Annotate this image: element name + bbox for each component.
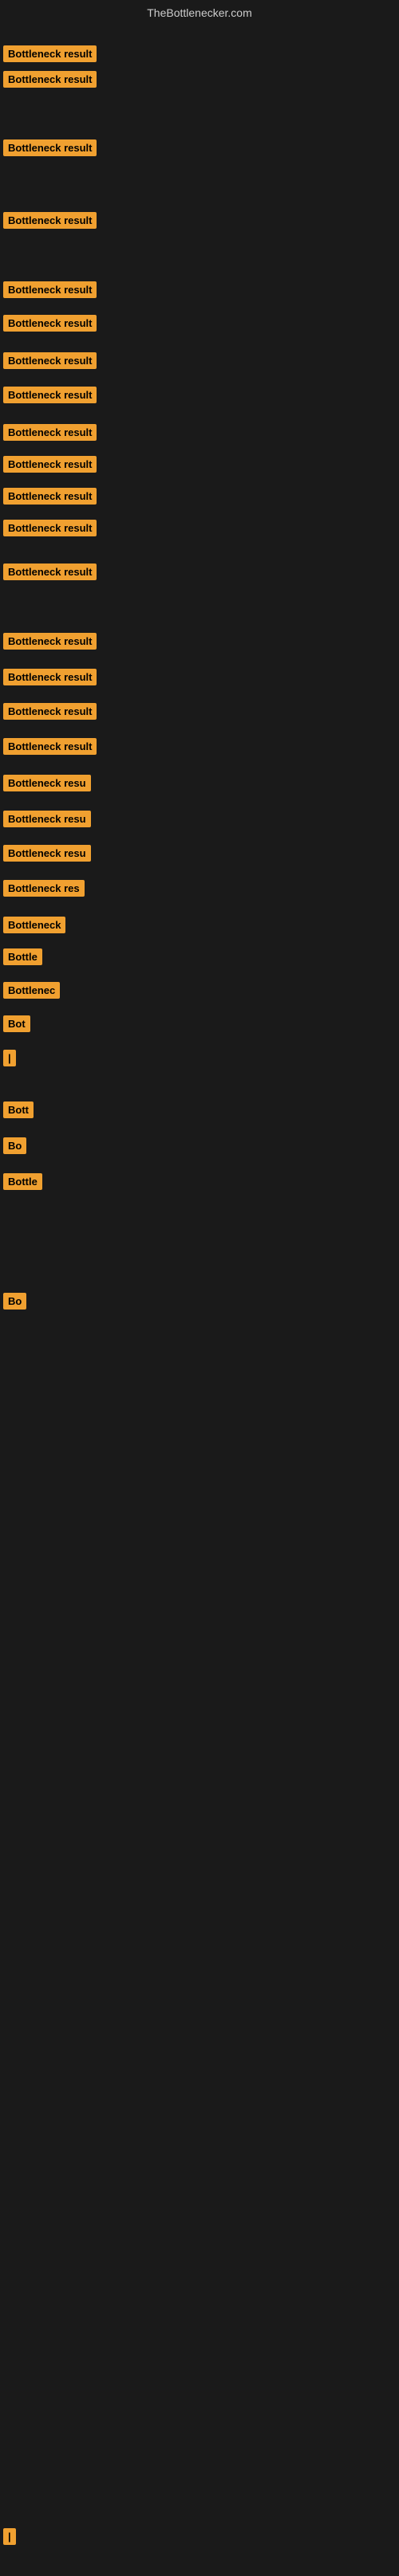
bottleneck-result-badge: Bottleneck result (3, 738, 97, 755)
bottleneck-result-badge: Bottleneck (3, 917, 65, 933)
bottleneck-result-badge: Bottleneck result (3, 424, 97, 441)
bottleneck-result-badge: Bottleneck result (3, 488, 97, 505)
bottleneck-result-badge: Bott (3, 1101, 34, 1118)
bottleneck-result-badge: Bottleneck result (3, 315, 97, 332)
bottleneck-result-badge: Bottlenec (3, 982, 60, 999)
bottleneck-result-badge: Bottleneck result (3, 520, 97, 536)
bottleneck-result-badge: Bottleneck result (3, 352, 97, 369)
bottleneck-result-badge: Bottleneck result (3, 564, 97, 580)
bottleneck-result-badge: Bottleneck result (3, 71, 97, 88)
bottleneck-result-badge: Bo (3, 1137, 26, 1154)
bottleneck-result-badge: Bottleneck result (3, 387, 97, 403)
bottleneck-result-badge: Bottleneck resu (3, 811, 91, 827)
bottleneck-result-badge: Bottleneck result (3, 633, 97, 650)
cursor-indicator-2: | (3, 2528, 6, 2543)
bottleneck-result-badge: Bottleneck resu (3, 775, 91, 791)
bottleneck-result-badge: Bottle (3, 1173, 42, 1190)
bottleneck-result-badge: Bo (3, 1293, 26, 1310)
bottleneck-result-badge: Bottleneck result (3, 669, 97, 685)
cursor-indicator: | (3, 1050, 6, 1064)
site-title: TheBottlenecker.com (0, 0, 399, 26)
bottleneck-result-badge: Bottleneck result (3, 45, 97, 62)
bottleneck-result-badge: Bottleneck result (3, 281, 97, 298)
bottleneck-result-badge: Bottleneck result (3, 139, 97, 156)
bottleneck-result-badge: Bottleneck result (3, 703, 97, 720)
bottleneck-result-badge: Bottleneck res (3, 880, 85, 897)
bottleneck-result-badge: Bot (3, 1015, 30, 1032)
bottleneck-result-badge: Bottleneck result (3, 456, 97, 473)
bottleneck-result-badge: Bottleneck resu (3, 845, 91, 862)
bottleneck-result-badge: Bottleneck result (3, 212, 97, 229)
bottleneck-result-badge: Bottle (3, 948, 42, 965)
